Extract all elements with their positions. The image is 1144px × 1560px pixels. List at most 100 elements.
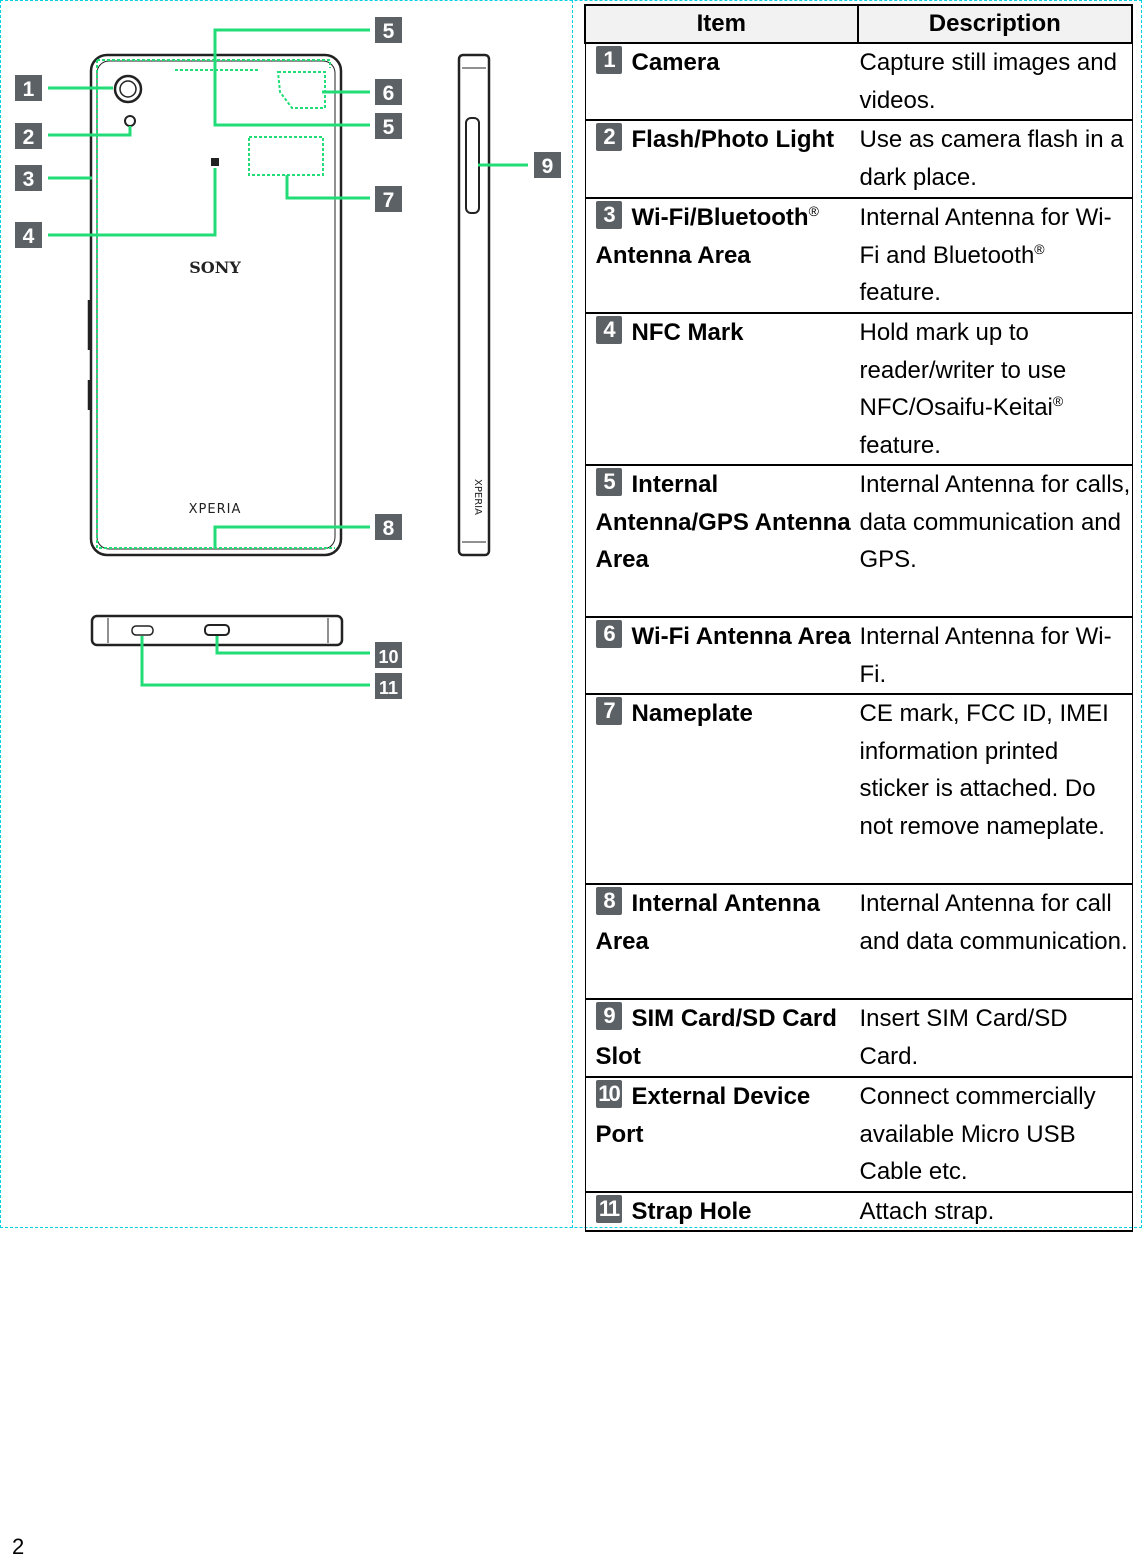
table-row: 6 Wi-Fi Antenna Area Internal Antenna for …: [584, 616, 1133, 695]
description-cell: Internal Antenna for Wi-Fi.: [857, 616, 1133, 695]
callout-label: 7: [383, 189, 395, 212]
item-number-badge: 10: [595, 1080, 622, 1108]
callout-label: 11: [379, 678, 398, 698]
item-name: Wi-Fi/Bluetooth: [631, 204, 809, 231]
table-row: 8 Internal Antenna Area Internal Antenna f…: [584, 883, 1133, 1000]
item-cell: 10 External Device Port: [584, 1076, 858, 1193]
item-name: External Device Port: [595, 1083, 811, 1148]
header-item: Item: [584, 4, 859, 44]
description-cell: Internal Antenna for Wi-Fi and Bluetooth…: [857, 197, 1133, 314]
table-row: 4 NFC Mark Hold mark up to reader/writer t…: [584, 312, 1133, 466]
item-number-badge: 4: [595, 316, 622, 344]
item-cell: 8 Internal Antenna Area: [584, 883, 858, 1000]
phone-diagram: SONY XPERIA XPERIA 1 2 3 4 5 6 5 7 8 9 10 11: [15, 17, 561, 699]
item-cell: 2 Flash/Photo Light: [584, 119, 858, 199]
item-name: Wi-Fi Antenna Area: [631, 623, 851, 650]
table-row: 5 Internal Antenna/GPS Antenna Area Intern…: [584, 464, 1133, 618]
description-text: Internal Antenna for Wi-Fi.: [859, 623, 1112, 688]
callout-label: 5: [383, 20, 395, 43]
item-name: Internal Antenna Area: [595, 890, 820, 955]
description-text: CE mark, FCC ID, IMEI information printe…: [859, 700, 1109, 840]
item-number-badge: 2: [595, 123, 622, 151]
item-cell: 5 Internal Antenna/GPS Antenna Area: [584, 464, 858, 618]
item-name-cont: Antenna Area: [595, 241, 751, 269]
item-name: Nameplate: [631, 700, 753, 727]
callout-label: 1: [23, 78, 35, 101]
callout-label: 8: [383, 517, 395, 540]
table-row: 9 SIM Card/SD Card Slot Insert SIM Card/SD…: [584, 998, 1133, 1078]
header-description: Description: [856, 4, 1133, 44]
description-text: Hold mark up to reader/writer to use NFC…: [859, 319, 1067, 421]
item-name: Camera: [631, 49, 720, 76]
registered-mark: ®: [1052, 393, 1064, 409]
table-row: 11 Strap Hole Attach strap.: [584, 1190, 1133, 1232]
item-cell: 3 Wi-Fi/Bluetooth® Antenna Area: [584, 197, 858, 314]
item-number-badge: 3: [595, 201, 622, 229]
description-cell: Internal Antenna for calls, data communi…: [857, 464, 1133, 618]
description-cont: feature.: [859, 431, 941, 459]
description-cell: Insert SIM Card/SD Card.: [857, 998, 1133, 1078]
description-cont: feature.: [859, 279, 941, 306]
item-name: SIM Card/SD Card Slot: [595, 1005, 837, 1070]
svg-text:XPERIA: XPERIA: [472, 479, 483, 515]
description-text: Capture still images and videos.: [859, 49, 1117, 114]
description-text: Attach strap.: [859, 1197, 995, 1225]
nfc-mark-icon: [211, 158, 219, 166]
description-text: Use as camera flash in a dark place.: [859, 126, 1124, 191]
description-cell: Internal Antenna for call and data commu…: [857, 883, 1133, 1000]
table-row: 1 Camera Capture still images and videos.: [584, 42, 1133, 121]
item-cell: 1 Camera: [584, 42, 858, 121]
item-number-badge: 11: [595, 1194, 622, 1223]
item-name: NFC Mark: [631, 319, 744, 346]
callout-label: 5: [383, 116, 395, 139]
callout-label: 10: [378, 647, 398, 667]
description-text: Connect commercially available Micro USB…: [859, 1083, 1096, 1185]
table-row: 2 Flash/Photo Light Use as camera flash in…: [584, 119, 1133, 199]
item-number-badge: 5: [595, 468, 622, 496]
item-cell: 7 Nameplate: [584, 693, 858, 885]
item-name: Flash/Photo Light: [631, 126, 835, 153]
description-text: Insert SIM Card/SD Card.: [859, 1005, 1068, 1070]
description-cell: Connect commercially available Micro USB…: [857, 1076, 1133, 1193]
table-row: 3 Wi-Fi/Bluetooth® Antenna Area Internal A…: [584, 197, 1133, 314]
parts-table: Item Description 1 Camera Capture still im…: [584, 4, 1133, 1232]
item-name: Internal Antenna/GPS Antenna Area: [595, 471, 851, 573]
camera-lens-icon: [113, 74, 143, 104]
description-text: Internal Antenna for Wi-Fi and Bluetooth: [859, 204, 1112, 269]
description-cell: Attach strap.: [857, 1190, 1133, 1232]
column-divider: [572, 0, 573, 1228]
xperia-logo: XPERIA: [189, 502, 242, 517]
description-cell: Capture still images and videos.: [857, 42, 1133, 121]
callout-label: 6: [383, 82, 395, 105]
flash-icon: [124, 115, 136, 127]
leader-lines: [48, 28, 528, 687]
registered-mark: ®: [1034, 240, 1045, 257]
phone-back-outline: [87, 53, 343, 557]
item-number-badge: 9: [595, 1002, 622, 1030]
description-text: Internal Antenna for calls, data communi…: [859, 471, 1131, 573]
item-number-badge: 1: [595, 46, 622, 74]
registered-mark: ®: [808, 203, 819, 219]
item-cell: 9 SIM Card/SD Card Slot: [584, 998, 858, 1078]
table-row: 10 External Device Port Connect commercial…: [584, 1076, 1133, 1193]
item-cell: 6 Wi-Fi Antenna Area: [584, 616, 858, 695]
description-cell: Use as camera flash in a dark place.: [857, 119, 1133, 199]
sony-logo: SONY: [189, 258, 241, 277]
callout-label: 3: [23, 168, 35, 191]
callout-label: 9: [542, 155, 554, 178]
description-text: Internal Antenna for call and data commu…: [859, 890, 1128, 955]
antenna-areas: [96, 59, 335, 549]
callout-label: 4: [23, 225, 35, 248]
item-cell: 4 NFC Mark: [584, 312, 858, 466]
item-cell: 11 Strap Hole: [584, 1190, 858, 1232]
description-cell: Hold mark up to reader/writer to use NFC…: [857, 312, 1133, 466]
item-number-badge: 7: [595, 697, 622, 725]
item-name: Strap Hole: [631, 1197, 752, 1225]
item-number-badge: 6: [595, 620, 622, 648]
callout-label: 2: [23, 126, 35, 149]
description-cell: CE mark, FCC ID, IMEI information printe…: [857, 693, 1133, 885]
table-row: 7 Nameplate CE mark, FCC ID, IMEI informat…: [584, 693, 1133, 885]
table-header-row: Item Description: [584, 4, 1133, 44]
item-number-badge: 8: [595, 887, 622, 915]
page-number: 2: [12, 1534, 25, 1559]
